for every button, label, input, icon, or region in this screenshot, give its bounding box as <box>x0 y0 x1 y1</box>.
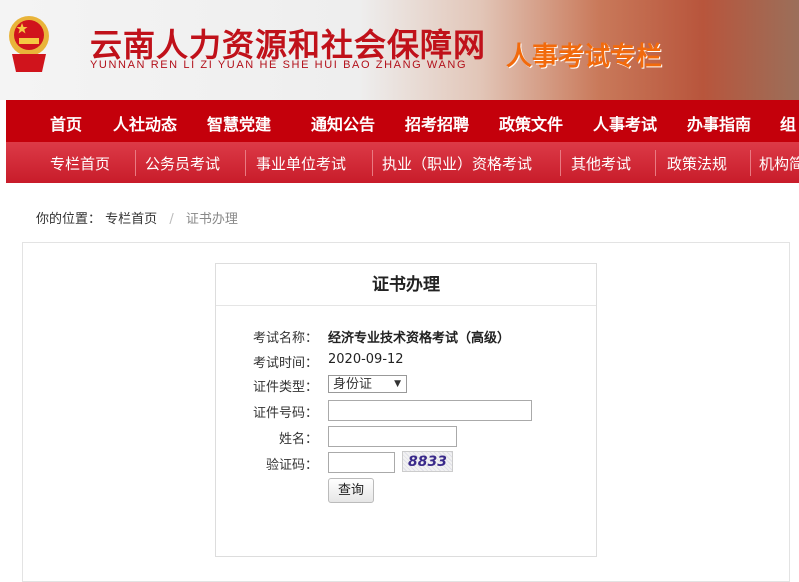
nav-party[interactable]: 智慧党建 <box>207 111 271 135</box>
form-title: 证书办理 <box>216 264 596 306</box>
national-emblem-icon <box>9 16 49 72</box>
site-pinyin: YUNNAN REN LI ZI YUAN HE SHE HUI BAO ZHA… <box>90 59 468 71</box>
subnav-other[interactable]: 其他考试 <box>571 153 631 174</box>
id-number-input[interactable] <box>328 400 532 421</box>
divider <box>750 150 751 176</box>
nav-policy[interactable]: 政策文件 <box>499 111 563 135</box>
id-number-label: 证件号码： <box>252 406 318 421</box>
breadcrumb-home[interactable]: 专栏首页 <box>105 212 157 227</box>
exam-name-label: 考试名称： <box>252 331 318 346</box>
divider <box>655 150 656 176</box>
captcha-input[interactable] <box>328 452 395 473</box>
nav-home[interactable]: 首页 <box>50 111 82 135</box>
nav-exams[interactable]: 人事考试 <box>593 111 657 135</box>
certificate-form: 证书办理 考试名称： 经济专业技术资格考试（高级） 考试时间： 2020-09-… <box>215 263 597 557</box>
breadcrumb-prefix: 你的位置： <box>36 212 102 227</box>
divider <box>560 150 561 176</box>
subnav-regulations[interactable]: 政策法规 <box>667 153 727 174</box>
query-button[interactable]: 查询 <box>328 478 374 503</box>
nav-more[interactable]: 组 <box>780 111 796 135</box>
nav-recruitment[interactable]: 招考招聘 <box>405 111 469 135</box>
name-input[interactable] <box>328 426 457 447</box>
nav-notices[interactable]: 通知公告 <box>311 111 375 135</box>
subnav-about[interactable]: 机构简介 <box>759 153 799 174</box>
divider <box>372 150 373 176</box>
breadcrumb-current: 证书办理 <box>185 212 238 227</box>
subnav-home[interactable]: 专栏首页 <box>50 153 110 174</box>
exam-name-value: 经济专业技术资格考试（高级） <box>328 331 511 346</box>
dropdown-arrow-icon: ▼ <box>394 379 401 389</box>
exam-time-label: 考试时间： <box>252 356 318 371</box>
name-label: 姓名： <box>278 432 318 447</box>
nav-news[interactable]: 人社动态 <box>113 111 177 135</box>
breadcrumb: 你的位置： 专栏首页 / 证书办理 <box>36 208 238 227</box>
captcha-image[interactable]: 8833 <box>402 451 453 472</box>
site-header: 云南人力资源和社会保障网 YUNNAN REN LI ZI YUAN HE SH… <box>0 0 799 100</box>
subnav-civil-service[interactable]: 公务员考试 <box>145 153 220 174</box>
exam-time-value: 2020-09-12 <box>328 352 404 367</box>
subnav-qualification[interactable]: 执业（职业）资格考试 <box>382 153 532 174</box>
nav-guide[interactable]: 办事指南 <box>687 111 751 135</box>
captcha-label: 验证码： <box>265 458 318 473</box>
breadcrumb-separator: / <box>169 212 174 227</box>
divider <box>245 150 246 176</box>
id-type-select[interactable]: 身份证 ▼ <box>328 375 407 393</box>
id-type-value: 身份证 <box>333 377 373 392</box>
subnav-public-institution[interactable]: 事业单位考试 <box>256 153 346 174</box>
column-title: 人事考试专栏 <box>506 42 663 72</box>
divider <box>135 150 136 176</box>
main-nav: 首页 人社动态 智慧党建 通知公告 招考招聘 政策文件 人事考试 办事指南 组 <box>6 100 799 142</box>
id-type-label: 证件类型： <box>252 380 318 395</box>
sub-nav: 专栏首页 公务员考试 事业单位考试 执业（职业）资格考试 其他考试 政策法规 机… <box>6 142 799 183</box>
